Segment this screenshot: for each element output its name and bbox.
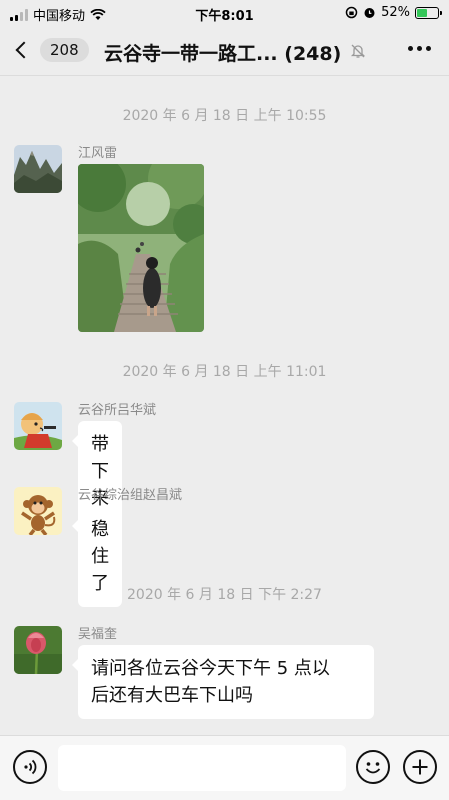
status-bar: 中国移动 下午8:01 52% bbox=[0, 0, 449, 26]
sender-name: 云谷综治组赵昌斌 bbox=[78, 488, 183, 503]
plus-icon[interactable] bbox=[403, 750, 437, 784]
mute-bell-icon bbox=[350, 44, 366, 58]
voice-icon[interactable] bbox=[13, 750, 47, 784]
more-icon[interactable] bbox=[408, 46, 431, 51]
alarm-icon bbox=[364, 8, 375, 18]
back-button[interactable]: 208 bbox=[12, 38, 89, 62]
unread-count-badge: 208 bbox=[40, 38, 89, 62]
back-chevron-icon bbox=[15, 41, 33, 59]
sender-name: 吴福奎 bbox=[78, 627, 118, 642]
cartoon-man-avatar[interactable] bbox=[14, 402, 62, 450]
timestamp: 2020 年 6 月 18 日 下午 2:27 bbox=[127, 587, 322, 603]
mountain-avatar[interactable] bbox=[14, 145, 62, 193]
emoji-icon[interactable] bbox=[356, 750, 390, 784]
message-input[interactable] bbox=[58, 745, 346, 791]
status-right: 52% bbox=[345, 5, 442, 20]
monkey-avatar[interactable] bbox=[14, 487, 62, 535]
chat-title: 云谷寺一带一路工... (248) bbox=[104, 43, 342, 65]
message-bubble[interactable]: 请问各位云谷今天下午 5 点以 后还有大巴车下山吗 bbox=[72, 645, 374, 719]
timestamp: 2020 年 6 月 18 日 上午 10:55 bbox=[122, 108, 327, 124]
sender-name: 云谷所吕华斌 bbox=[78, 403, 157, 418]
battery-icon bbox=[415, 6, 442, 19]
timestamp: 2020 年 6 月 18 日 上午 11:01 bbox=[122, 364, 327, 380]
tulip-avatar[interactable] bbox=[14, 626, 62, 674]
orientation-lock-icon bbox=[345, 6, 358, 19]
battery-percent: 52% bbox=[381, 5, 410, 20]
input-bar bbox=[0, 735, 449, 800]
chat-area: 2020 年 6 月 18 日 上午 10:55 江风雷 2020 年 6 月 … bbox=[0, 77, 449, 735]
message-line: 后还有大巴车下山吗 bbox=[91, 685, 253, 706]
hiking-trail-photo[interactable] bbox=[78, 164, 204, 332]
message-line: 请问各位云谷今天下午 5 点以 bbox=[91, 658, 330, 679]
sender-name: 江风雷 bbox=[78, 146, 118, 161]
nav-bar: 208 云谷寺一带一路工... (248) bbox=[0, 26, 449, 76]
